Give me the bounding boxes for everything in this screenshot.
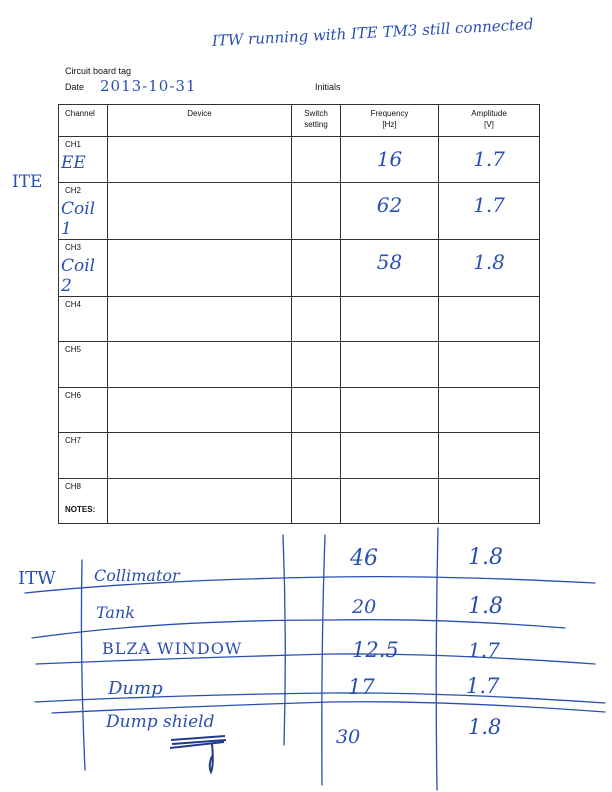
amplitude-cell[interactable]: 1.7 bbox=[438, 136, 540, 183]
amplitude-cell[interactable] bbox=[438, 295, 540, 342]
amplitude-cell[interactable] bbox=[438, 341, 540, 388]
channel-note[interactable]: Coil 1 bbox=[61, 199, 107, 239]
notes-amplitude[interactable]: 1.8 bbox=[468, 547, 503, 569]
table-row: CH5 bbox=[58, 341, 540, 388]
column-header-switch: Switch setting bbox=[291, 104, 341, 137]
switch-cell[interactable] bbox=[291, 295, 341, 342]
notes-amplitude[interactable]: 1.8 bbox=[468, 717, 501, 738]
amplitude-cell[interactable] bbox=[438, 386, 540, 433]
table-row: CH8 bbox=[58, 477, 540, 524]
notes-frequency[interactable]: 12.5 bbox=[352, 640, 399, 661]
table-row: CH2 Coil 1 62 1.7 bbox=[58, 181, 540, 240]
channel-cell: CH4 bbox=[58, 295, 108, 342]
strikethrough-descender bbox=[208, 743, 214, 775]
notes-device[interactable]: Tank bbox=[96, 605, 135, 621]
channel-cell: CH5 bbox=[58, 341, 108, 388]
notes-amplitude[interactable]: 1.8 bbox=[468, 596, 503, 618]
device-cell[interactable] bbox=[107, 295, 292, 342]
notes-group-label: ITW bbox=[18, 568, 56, 589]
switch-cell[interactable] bbox=[291, 432, 341, 479]
frequency-cell[interactable] bbox=[340, 386, 439, 433]
amplitude-cell[interactable] bbox=[438, 477, 540, 524]
grid-line bbox=[31, 619, 566, 639]
switch-cell[interactable] bbox=[291, 136, 341, 183]
table-row: CH6 bbox=[58, 386, 540, 433]
switch-cell[interactable] bbox=[291, 477, 341, 524]
switch-cell[interactable] bbox=[291, 238, 341, 297]
header-handwritten-note: ITW running with ITE TM3 still connected bbox=[211, 15, 534, 50]
frequency-cell[interactable]: 16 bbox=[340, 136, 439, 183]
channel-cell: CH8 bbox=[58, 477, 108, 524]
date-value[interactable]: 2013-10-31 bbox=[100, 79, 196, 94]
column-header-device: Device bbox=[107, 104, 292, 137]
table-row: CH3 Coil 2 58 1.8 bbox=[58, 238, 540, 297]
frequency-cell[interactable] bbox=[340, 477, 439, 524]
frequency-cell[interactable] bbox=[340, 341, 439, 388]
table-row: CH7 bbox=[58, 432, 540, 479]
notes-frequency[interactable]: 17 bbox=[348, 677, 375, 698]
device-cell[interactable] bbox=[107, 477, 292, 524]
switch-cell[interactable] bbox=[291, 341, 341, 388]
frequency-cell[interactable]: 58 bbox=[340, 238, 439, 297]
channel-cell: CH1 EE bbox=[58, 136, 108, 183]
grid-line bbox=[80, 559, 86, 771]
frequency-cell[interactable] bbox=[340, 295, 439, 342]
channel-note[interactable]: Coil 2 bbox=[61, 256, 107, 296]
amplitude-cell[interactable]: 1.7 bbox=[438, 181, 540, 240]
notes-label: NOTES: bbox=[65, 505, 96, 514]
table-header-row: Channel Device Switch setting Frequency … bbox=[58, 104, 540, 137]
column-header-channel: Channel bbox=[58, 104, 108, 137]
notes-handdrawn-grid bbox=[24, 527, 606, 791]
column-header-amplitude: Amplitude [V] bbox=[438, 104, 540, 137]
side-label-ite: ITE bbox=[12, 172, 43, 192]
grid-line bbox=[321, 534, 326, 786]
channel-cell: CH7 bbox=[58, 432, 108, 479]
device-cell[interactable] bbox=[107, 341, 292, 388]
column-header-frequency: Frequency [Hz] bbox=[340, 104, 439, 137]
notes-amplitude[interactable]: 1.7 bbox=[468, 640, 500, 660]
amplitude-cell[interactable] bbox=[438, 432, 540, 479]
switch-cell[interactable] bbox=[291, 386, 341, 433]
channel-note[interactable]: EE bbox=[61, 153, 107, 173]
table-row: CH4 bbox=[58, 295, 540, 342]
grid-line bbox=[282, 534, 286, 746]
amplitude-cell[interactable]: 1.8 bbox=[438, 238, 540, 297]
switch-cell[interactable] bbox=[291, 181, 341, 240]
form-title: Circuit board tag bbox=[65, 66, 132, 76]
device-cell[interactable] bbox=[107, 432, 292, 479]
notes-device[interactable]: Collimator bbox=[94, 568, 180, 584]
device-cell[interactable] bbox=[107, 181, 292, 240]
grid-line bbox=[435, 527, 439, 791]
notes-frequency[interactable]: 46 bbox=[350, 548, 378, 570]
circuit-board-table: Channel Device Switch setting Frequency … bbox=[58, 104, 540, 524]
notes-device[interactable]: BLZA WINDOW bbox=[102, 641, 242, 657]
device-cell[interactable] bbox=[107, 238, 292, 297]
notes-frequency[interactable]: 30 bbox=[336, 728, 360, 747]
device-cell[interactable] bbox=[107, 386, 292, 433]
strikethrough-scribble bbox=[169, 735, 227, 749]
channel-cell: CH2 Coil 1 bbox=[58, 181, 108, 240]
notes-device[interactable]: Dump shield bbox=[106, 714, 214, 731]
channel-cell: CH3 Coil 2 bbox=[58, 238, 108, 297]
date-label: Date bbox=[65, 82, 85, 92]
device-cell[interactable] bbox=[107, 136, 292, 183]
notes-device[interactable]: Dump bbox=[108, 680, 163, 698]
notes-frequency[interactable]: 20 bbox=[352, 598, 376, 617]
table-row: CH1 EE 16 1.7 bbox=[58, 136, 540, 183]
channel-cell: CH6 bbox=[58, 386, 108, 433]
initials-label: Initials bbox=[315, 82, 341, 92]
frequency-cell[interactable] bbox=[340, 432, 439, 479]
frequency-cell[interactable]: 62 bbox=[340, 181, 439, 240]
notes-amplitude[interactable]: 1.7 bbox=[466, 676, 499, 697]
